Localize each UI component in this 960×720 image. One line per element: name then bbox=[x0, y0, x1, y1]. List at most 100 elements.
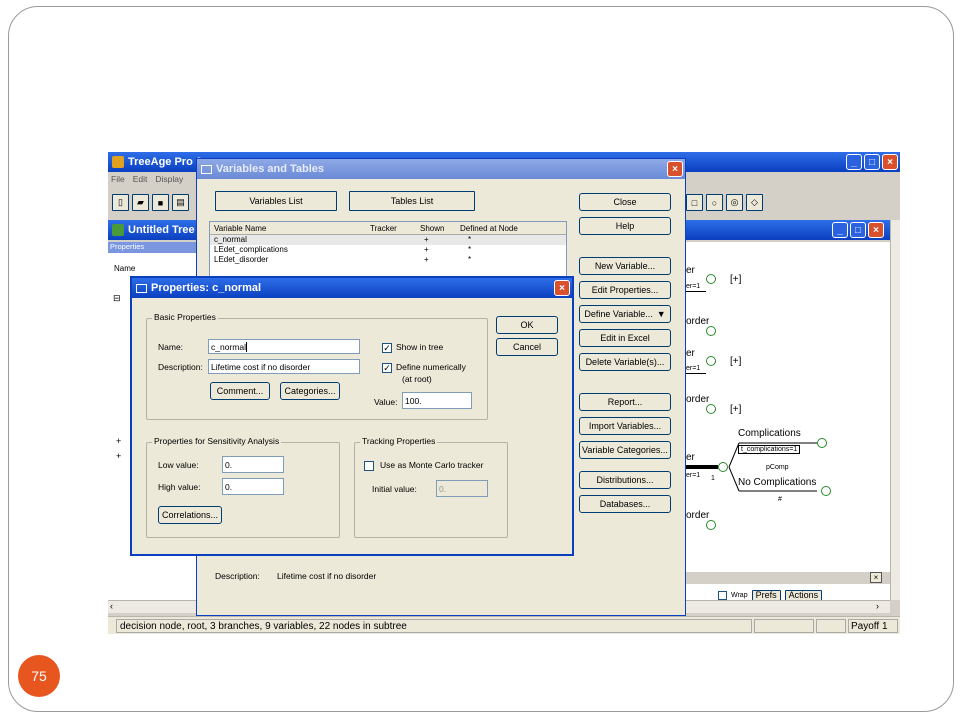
minimize-button[interactable]: _ bbox=[846, 154, 862, 170]
vertical-scrollbar[interactable] bbox=[890, 220, 900, 600]
column-defined-at-node[interactable]: Defined at Node bbox=[460, 222, 560, 234]
prefs-button[interactable]: Prefs bbox=[751, 589, 781, 601]
ok-button[interactable]: OK bbox=[496, 316, 558, 334]
variables-table: Variable Name Tracker Shown Defined at N… bbox=[209, 221, 567, 277]
collapsed-subtree-3[interactable]: [+] bbox=[730, 404, 741, 415]
comment-button[interactable]: Comment... bbox=[210, 382, 270, 400]
tracker-assignment-box: t_complications=1 bbox=[738, 445, 801, 454]
maximize-button[interactable]: □ bbox=[864, 154, 880, 170]
high-value-field[interactable]: 0. bbox=[222, 478, 284, 495]
define-variable-button[interactable]: Define Variable... ▼ bbox=[579, 305, 671, 323]
new-file-icon[interactable]: ▯ bbox=[112, 194, 129, 211]
chance-node-icon[interactable]: ○ bbox=[706, 194, 723, 211]
bottom-panel bbox=[684, 572, 890, 584]
expand-toggle-1[interactable]: + bbox=[116, 436, 121, 446]
collapsed-subtree-2[interactable]: [+] bbox=[730, 356, 741, 367]
terminal-node-no-complications[interactable] bbox=[821, 486, 831, 496]
tree-fragment-eq-2: er=1 bbox=[686, 365, 701, 372]
document-title: Untitled Tree bbox=[128, 224, 195, 236]
table-row[interactable]: LEdet_complications + * bbox=[210, 245, 566, 255]
basic-properties-label: Basic Properties bbox=[152, 312, 218, 322]
delete-variables-button[interactable]: Delete Variable(s)... bbox=[579, 353, 671, 371]
row-name: LEdet_disorder bbox=[214, 255, 269, 264]
row-defined: * bbox=[468, 235, 472, 244]
panel-close-icon[interactable]: × bbox=[870, 572, 882, 583]
open-folder-icon[interactable]: ▰ bbox=[132, 194, 149, 211]
tree-fragment-eq-1: er=1 bbox=[686, 283, 701, 290]
close-button[interactable]: × bbox=[882, 154, 898, 170]
terminal-node-complications[interactable] bbox=[817, 438, 827, 448]
terminal-node-5[interactable] bbox=[706, 520, 716, 530]
terminal-node-4[interactable] bbox=[706, 404, 716, 414]
define-numerically-checkbox[interactable]: ✓ bbox=[382, 363, 392, 373]
tab-tables-list[interactable]: Tables List bbox=[349, 191, 475, 211]
column-tracker[interactable]: Tracker bbox=[370, 222, 420, 234]
save-icon[interactable]: ■ bbox=[152, 194, 169, 211]
table-row[interactable]: c_normal + * bbox=[210, 235, 566, 245]
distributions-button[interactable]: Distributions... bbox=[579, 471, 671, 489]
table-row[interactable]: LEdet_disorder + * bbox=[210, 255, 566, 265]
report-button[interactable]: Report... bbox=[579, 393, 671, 411]
description-label: Description: bbox=[215, 571, 260, 581]
edit-in-excel-button[interactable]: Edit in Excel bbox=[579, 329, 671, 347]
variables-close-icon[interactable]: × bbox=[667, 161, 683, 177]
monte-carlo-checkbox[interactable] bbox=[364, 461, 374, 471]
show-in-tree-checkbox[interactable]: ✓ bbox=[382, 343, 392, 353]
edit-properties-button[interactable]: Edit Properties... bbox=[579, 281, 671, 299]
selected-branch-line bbox=[686, 465, 718, 469]
tracking-group-label: Tracking Properties bbox=[360, 436, 438, 446]
page-number-badge: 75 bbox=[18, 655, 60, 697]
value-field[interactable]: 100. bbox=[402, 392, 472, 409]
sensitivity-group-label: Properties for Sensitivity Analysis bbox=[152, 436, 282, 446]
expand-toggle-2[interactable]: + bbox=[116, 451, 121, 461]
variable-categories-button[interactable]: Variable Categories... bbox=[579, 441, 671, 459]
column-variable-name[interactable]: Variable Name bbox=[210, 222, 370, 234]
variables-dialog-title: Variables and Tables bbox=[216, 163, 325, 175]
collapsed-subtree-1[interactable]: [+] bbox=[730, 274, 741, 285]
cancel-button[interactable]: Cancel bbox=[496, 338, 558, 356]
databases-button[interactable]: Databases... bbox=[579, 495, 671, 513]
logic-node-icon[interactable]: ◇ bbox=[746, 194, 763, 211]
close-button[interactable]: Close bbox=[579, 193, 671, 211]
collapse-toggle[interactable]: ⊟ bbox=[113, 293, 121, 304]
probability-label: pComp bbox=[766, 464, 789, 471]
doc-maximize-button[interactable]: □ bbox=[850, 222, 866, 238]
terminal-node-2[interactable] bbox=[706, 326, 716, 336]
low-value-field[interactable]: 0. bbox=[222, 456, 284, 473]
tab-variables-list[interactable]: Variables List bbox=[215, 191, 337, 211]
description-field[interactable]: Lifetime cost if no disorder bbox=[208, 359, 360, 374]
scroll-left-icon[interactable]: ‹ bbox=[110, 601, 120, 612]
doc-minimize-button[interactable]: _ bbox=[832, 222, 848, 238]
terminal-node-3[interactable] bbox=[706, 356, 716, 366]
menu-display[interactable]: Display bbox=[155, 174, 183, 188]
print-icon[interactable]: ▤ bbox=[172, 194, 189, 211]
at-root-label: (at root) bbox=[402, 374, 432, 384]
doc-close-button[interactable]: × bbox=[868, 222, 884, 238]
wrap-checkbox[interactable] bbox=[718, 590, 727, 600]
tree-fragment-eq-3: er=1 bbox=[686, 472, 701, 479]
new-variable-button[interactable]: New Variable... bbox=[579, 257, 671, 275]
help-button[interactable]: Help bbox=[579, 217, 671, 235]
menu-edit[interactable]: Edit bbox=[133, 174, 148, 188]
status-bar: decision node, root, 3 branches, 9 varia… bbox=[108, 616, 900, 634]
properties-close-icon[interactable]: × bbox=[554, 280, 570, 296]
menu-file[interactable]: File bbox=[111, 174, 125, 188]
column-shown[interactable]: Shown bbox=[420, 222, 460, 234]
terminal-node-1[interactable] bbox=[706, 274, 716, 284]
initial-value-field[interactable]: 0. bbox=[436, 480, 488, 497]
scroll-right-icon[interactable]: › bbox=[876, 601, 886, 612]
initial-value-label: Initial value: bbox=[372, 484, 417, 494]
actions-button[interactable]: Actions bbox=[784, 589, 823, 601]
tree-fragment-er-2: er bbox=[686, 348, 695, 359]
categories-button[interactable]: Categories... bbox=[280, 382, 340, 400]
markov-node-icon[interactable]: ◎ bbox=[726, 194, 743, 211]
tree-canvas bbox=[684, 242, 890, 600]
branch-label-no-complications: No Complications bbox=[738, 477, 817, 488]
branch-label-complications: Complications bbox=[738, 428, 801, 439]
correlations-button[interactable]: Correlations... bbox=[158, 506, 222, 524]
import-variables-button[interactable]: Import Variables... bbox=[579, 417, 671, 435]
name-field[interactable]: c_normal bbox=[208, 339, 360, 354]
square-node-icon[interactable]: □ bbox=[686, 194, 703, 211]
dialog-icon bbox=[136, 283, 147, 293]
properties-panel-header: Properties bbox=[108, 242, 198, 253]
